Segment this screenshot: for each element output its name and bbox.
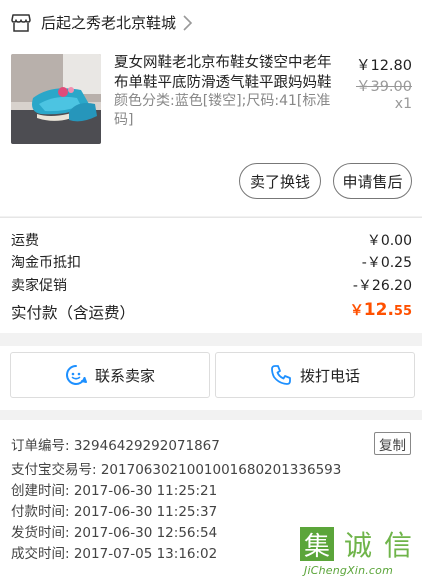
completed-time: 成交时间: 2017-07-05 13:16:02 bbox=[11, 546, 218, 562]
shipped-time: 发货时间: 2017-06-30 12:56:54 bbox=[11, 525, 218, 541]
product-image[interactable] bbox=[11, 54, 101, 144]
shop-section: 后起之秀老北京鞋城 夏女网鞋老北京布鞋女镂空中老年布单鞋平底防滑透气鞋平跟妈妈鞋… bbox=[0, 0, 422, 216]
fees-section: 运费 ￥0.00 淘金币抵扣 -￥0.25 卖家促销 -￥26.20 实付款（含… bbox=[0, 217, 422, 333]
alipay-trade-number: 支付宝交易号: 2017063021001001680201336593 bbox=[11, 462, 342, 478]
fee-value: -￥0.25 bbox=[361, 255, 412, 271]
shop-header[interactable]: 后起之秀老北京鞋城 bbox=[0, 0, 422, 48]
product-quantity: x1 bbox=[394, 96, 412, 112]
fee-row-shipping: 运费 ￥0.00 bbox=[11, 228, 412, 250]
contact-seller-label: 联系卖家 bbox=[94, 366, 155, 385]
product-spec: 颜色分类:蓝色[镂空];尺码:41[标准码] bbox=[114, 93, 331, 128]
product-price: ￥12.80 bbox=[355, 58, 412, 74]
fee-value: -￥26.20 bbox=[352, 278, 412, 294]
order-number: 订单编号: 32946429292071867 bbox=[11, 438, 220, 454]
watermark-logo: 集 诚 信 JiChengXin.com bbox=[300, 527, 422, 580]
chevron-right-icon bbox=[183, 15, 193, 31]
total-amount: ￥12.55 bbox=[350, 300, 412, 320]
after-sale-button[interactable]: 申请售后 bbox=[333, 163, 412, 199]
fee-row-coin-discount: 淘金币抵扣 -￥0.25 bbox=[11, 250, 412, 272]
total-row: 实付款（含运费） ￥12.55 bbox=[11, 300, 412, 325]
shop-icon bbox=[11, 14, 31, 32]
watermark-char: 诚 bbox=[343, 529, 372, 562]
shop-name: 后起之秀老北京鞋城 bbox=[41, 14, 177, 32]
fee-row-seller-promo: 卖家促销 -￥26.20 bbox=[11, 273, 412, 295]
fee-label: 运费 bbox=[11, 233, 39, 249]
phone-icon bbox=[271, 365, 291, 385]
fee-label: 卖家促销 bbox=[11, 278, 67, 294]
total-currency: ￥ bbox=[349, 303, 364, 319]
contact-section: 联系卖家 拨打电话 bbox=[0, 346, 422, 410]
product-title[interactable]: 夏女网鞋老北京布鞋女镂空中老年布单鞋平底防滑透气鞋平跟妈妈鞋 bbox=[114, 53, 340, 93]
call-phone-button[interactable]: 拨打电话 bbox=[215, 352, 415, 398]
created-time: 创建时间: 2017-06-30 11:25:21 bbox=[11, 483, 218, 499]
total-label: 实付款（含运费） bbox=[11, 304, 136, 322]
contact-seller-button[interactable]: 联系卖家 bbox=[10, 352, 210, 398]
watermark-char: 信 bbox=[383, 529, 412, 562]
paid-time: 付款时间: 2017-06-30 11:25:37 bbox=[11, 504, 218, 520]
fee-value: ￥0.00 bbox=[366, 233, 412, 249]
watermark-url: JiChengXin.com bbox=[304, 564, 394, 577]
total-integer: 12. bbox=[363, 300, 394, 320]
fee-label: 淘金币抵扣 bbox=[11, 255, 81, 271]
copy-button[interactable]: 复制 bbox=[374, 432, 411, 455]
product-original-price: ￥39.00 bbox=[355, 79, 412, 95]
watermark-box-char: 集 bbox=[300, 527, 334, 562]
call-phone-label: 拨打电话 bbox=[299, 366, 360, 385]
total-decimal: 55 bbox=[393, 304, 412, 319]
resell-button[interactable]: 卖了换钱 bbox=[239, 163, 321, 199]
chat-face-icon bbox=[66, 365, 87, 385]
